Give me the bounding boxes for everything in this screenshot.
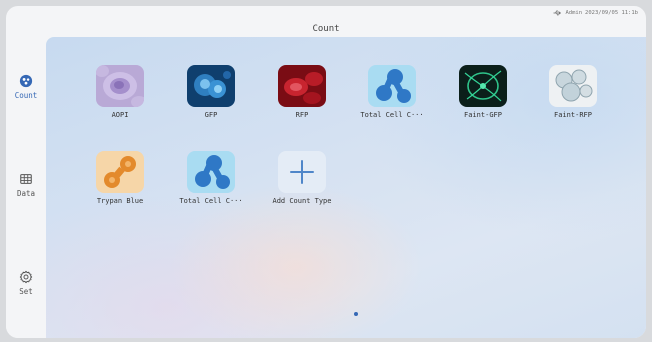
status-bar: Admin 2023/09/05 11:1b	[553, 8, 638, 18]
count-type-label: AOPI	[111, 111, 129, 119]
count-type-label: Trypan Blue	[96, 197, 144, 205]
aopi-cell-image	[96, 65, 144, 107]
plus-icon	[278, 151, 326, 193]
status-datetime: 2023/09/05 11:1b	[585, 10, 638, 16]
rfp-cell-image	[278, 65, 326, 107]
count-type-label: Faint-RFP	[554, 111, 592, 119]
count-type-faint-rfp[interactable]: Faint-RFP	[533, 65, 613, 119]
count-type-grid: AOPI GFP RFP Total Cell C··· Faint-GFP F…	[46, 37, 646, 338]
sidebar-item-label: Set	[19, 287, 33, 296]
sidebar: Count Data Set	[6, 40, 46, 338]
faint-gfp-image	[459, 65, 507, 107]
status-user: Admin	[565, 10, 583, 16]
count-type-aopi[interactable]: AOPI	[80, 65, 160, 119]
count-type-label: Total Cell C···	[360, 111, 424, 119]
usb-icon	[553, 10, 562, 16]
page-indicator-dot[interactable]	[354, 312, 358, 316]
count-type-gfp[interactable]: GFP	[171, 65, 251, 119]
count-type-label: Add Count Type	[272, 197, 332, 205]
count-type-total-cell-1[interactable]: Total Cell C···	[352, 65, 432, 119]
device-screen: Admin 2023/09/05 11:1b Count Count Data	[6, 6, 646, 338]
sidebar-item-data[interactable]: Data	[6, 172, 46, 198]
count-type-label: RFP	[295, 111, 309, 119]
count-type-label: Total Cell C···	[179, 197, 243, 205]
count-type-label: GFP	[204, 111, 218, 119]
table-icon	[20, 174, 32, 184]
count-type-trypan-blue[interactable]: Trypan Blue	[80, 151, 160, 205]
trypan-blue-image	[96, 151, 144, 193]
sidebar-item-count[interactable]: Count	[6, 74, 46, 100]
gear-icon	[19, 270, 33, 284]
count-type-total-cell-2[interactable]: Total Cell C···	[171, 151, 251, 205]
page-title: Count	[312, 24, 340, 34]
total-cell-image	[368, 65, 416, 107]
total-cell-image	[187, 151, 235, 193]
sidebar-item-label: Count	[14, 91, 38, 100]
count-type-label: Faint-GFP	[464, 111, 502, 119]
faint-rfp-image	[549, 65, 597, 107]
count-type-rfp[interactable]: RFP	[262, 65, 342, 119]
gfp-cell-image	[187, 65, 235, 107]
sidebar-item-label: Data	[16, 189, 36, 198]
count-type-faint-gfp[interactable]: Faint-GFP	[443, 65, 523, 119]
add-count-type-button[interactable]: Add Count Type	[262, 151, 342, 205]
cells-icon	[19, 74, 33, 88]
sidebar-item-set[interactable]: Set	[6, 270, 46, 296]
